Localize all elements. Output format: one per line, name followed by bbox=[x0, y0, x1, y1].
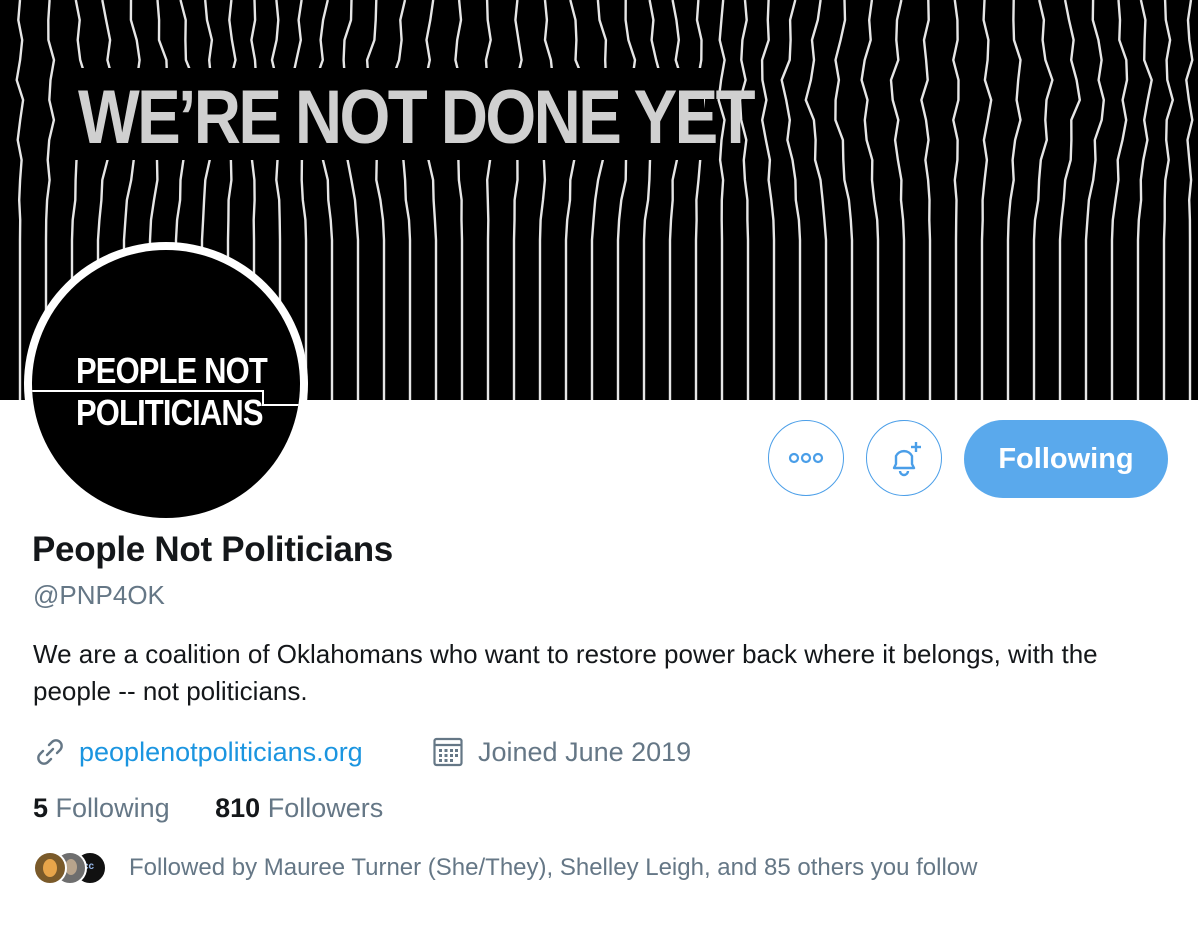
followed-by-row[interactable]: cc Followed by Mauree Turner (She/They),… bbox=[33, 848, 977, 888]
bell-plus-icon bbox=[892, 442, 921, 477]
profile-bio: We are a coalition of Oklahomans who wan… bbox=[33, 639, 1098, 706]
profile-avatar[interactable]: PEOPLE NOT POLITICIANS bbox=[24, 242, 308, 526]
avatar-logo-text: PEOPLE NOT POLITICIANS bbox=[76, 350, 268, 433]
calendar-icon bbox=[433, 737, 463, 767]
website-link[interactable]: peoplenotpoliticians.org bbox=[79, 737, 363, 768]
joined-meta: Joined June 2019 bbox=[432, 732, 691, 772]
notifications-button[interactable] bbox=[866, 420, 942, 496]
website-meta: peoplenotpoliticians.org bbox=[33, 732, 363, 772]
following-button[interactable]: Following bbox=[964, 420, 1168, 498]
banner-headline-text: WE’RE NOT DONE YET bbox=[78, 75, 756, 160]
banner-headline: WE’RE NOT DONE YET bbox=[64, 68, 756, 160]
profile-name: People Not Politicians bbox=[32, 530, 393, 569]
more-dots-icon bbox=[788, 452, 824, 464]
more-options-button[interactable] bbox=[768, 420, 844, 496]
followers-stat[interactable]: 810 Followers bbox=[215, 793, 383, 824]
follower-avatar-1 bbox=[33, 851, 67, 885]
link-icon bbox=[37, 739, 63, 765]
following-stat[interactable]: 5 Following bbox=[33, 793, 170, 824]
followed-by-text: Followed by Mauree Turner (She/They), Sh… bbox=[129, 854, 978, 881]
joined-date: Joined June 2019 bbox=[478, 736, 692, 767]
profile-stats: 5 Following 810 Followers bbox=[33, 793, 421, 824]
profile-handle: @PNP4OK bbox=[33, 580, 165, 610]
